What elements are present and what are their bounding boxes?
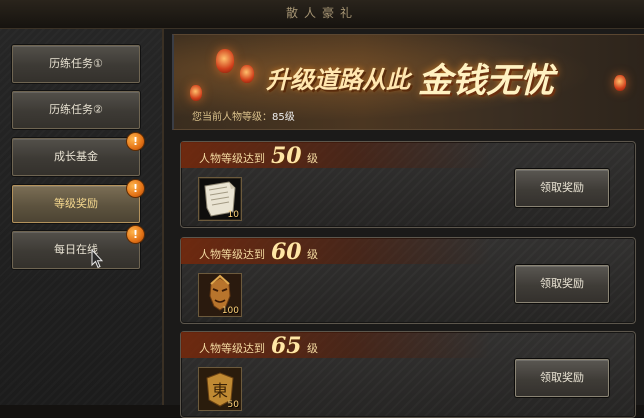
reward-item-quantity: 50	[227, 400, 239, 410]
reward-item-quantity: 10	[227, 210, 239, 220]
alert-badge-icon: !	[126, 179, 145, 198]
alert-badge-icon: !	[126, 225, 145, 244]
claim-reward-label: 领取奖励	[540, 181, 584, 194]
reward-level-suffix: 级	[307, 248, 318, 261]
banner-headline-part2: 金钱无忧	[418, 61, 554, 101]
reward-card: 人物等级达到 50 级 10 领取奖励	[180, 141, 636, 228]
claim-reward-label: 领取奖励	[540, 277, 584, 290]
sidebar-item-level-rewards[interactable]: 等级奖励 !	[12, 179, 145, 223]
banner-headline: 升级道路从此 金钱无忧	[174, 53, 644, 101]
reward-item-slot[interactable]: 10	[198, 177, 242, 221]
current-level-info: 您当前人物等级：85级	[192, 108, 295, 123]
reward-item-quantity: 100	[221, 306, 239, 316]
reward-requirement-label: 人物等级达到	[199, 248, 265, 261]
reward-card: 人物等级达到 60 级 100 领取奖励	[180, 237, 636, 324]
sidebar-item-label: 成长基金	[54, 150, 98, 163]
reward-level-number: 65	[271, 333, 302, 359]
claim-reward-button[interactable]: 领取奖励	[515, 359, 609, 397]
main-panel: 升级道路从此 金钱无忧 您当前人物等级：85级 人物等级达到 50 级 10 领取…	[164, 29, 644, 418]
sidebar-item-label: 历练任务①	[49, 57, 103, 70]
reward-level-suffix: 级	[307, 152, 318, 165]
alert-badge-icon: !	[126, 132, 145, 151]
sidebar-item-label: 等级奖励	[54, 197, 98, 210]
banner-headline-part1: 升级道路从此	[266, 65, 410, 94]
title-bar: 散人豪礼	[0, 0, 644, 29]
reward-level-number: 60	[271, 239, 302, 265]
reward-level-suffix: 级	[307, 342, 318, 355]
reward-level-number: 50	[271, 143, 302, 169]
reward-requirement-label: 人物等级达到	[199, 152, 265, 165]
sidebar-item-daily-online[interactable]: 每日在线 !	[12, 225, 145, 269]
current-level-value: 85级	[272, 112, 295, 123]
sidebar-item-growth-fund[interactable]: 成长基金 !	[12, 132, 145, 176]
svg-text:東: 東	[212, 381, 228, 400]
sidebar-item-label: 历练任务②	[49, 103, 103, 116]
sidebar-item-training-task-1[interactable]: 历练任务①	[12, 45, 140, 83]
promo-banner: 升级道路从此 金钱无忧 您当前人物等级：85级	[172, 34, 644, 130]
claim-reward-label: 领取奖励	[540, 371, 584, 384]
reward-item-slot[interactable]: 東 50	[198, 367, 242, 411]
mouse-cursor-icon	[91, 249, 103, 269]
window-title: 散人豪礼	[285, 6, 358, 20]
reward-requirement-label: 人物等级达到	[199, 342, 265, 355]
claim-reward-button[interactable]: 领取奖励	[515, 169, 609, 207]
current-level-label: 您当前人物等级：	[192, 112, 272, 123]
reward-item-slot[interactable]: 100	[198, 273, 242, 317]
sidebar: 历练任务① 历练任务② 成长基金 ! 等级奖励 ! 每日在线 !	[0, 29, 164, 405]
sidebar-item-training-task-2[interactable]: 历练任务②	[12, 91, 140, 129]
claim-reward-button[interactable]: 领取奖励	[515, 265, 609, 303]
